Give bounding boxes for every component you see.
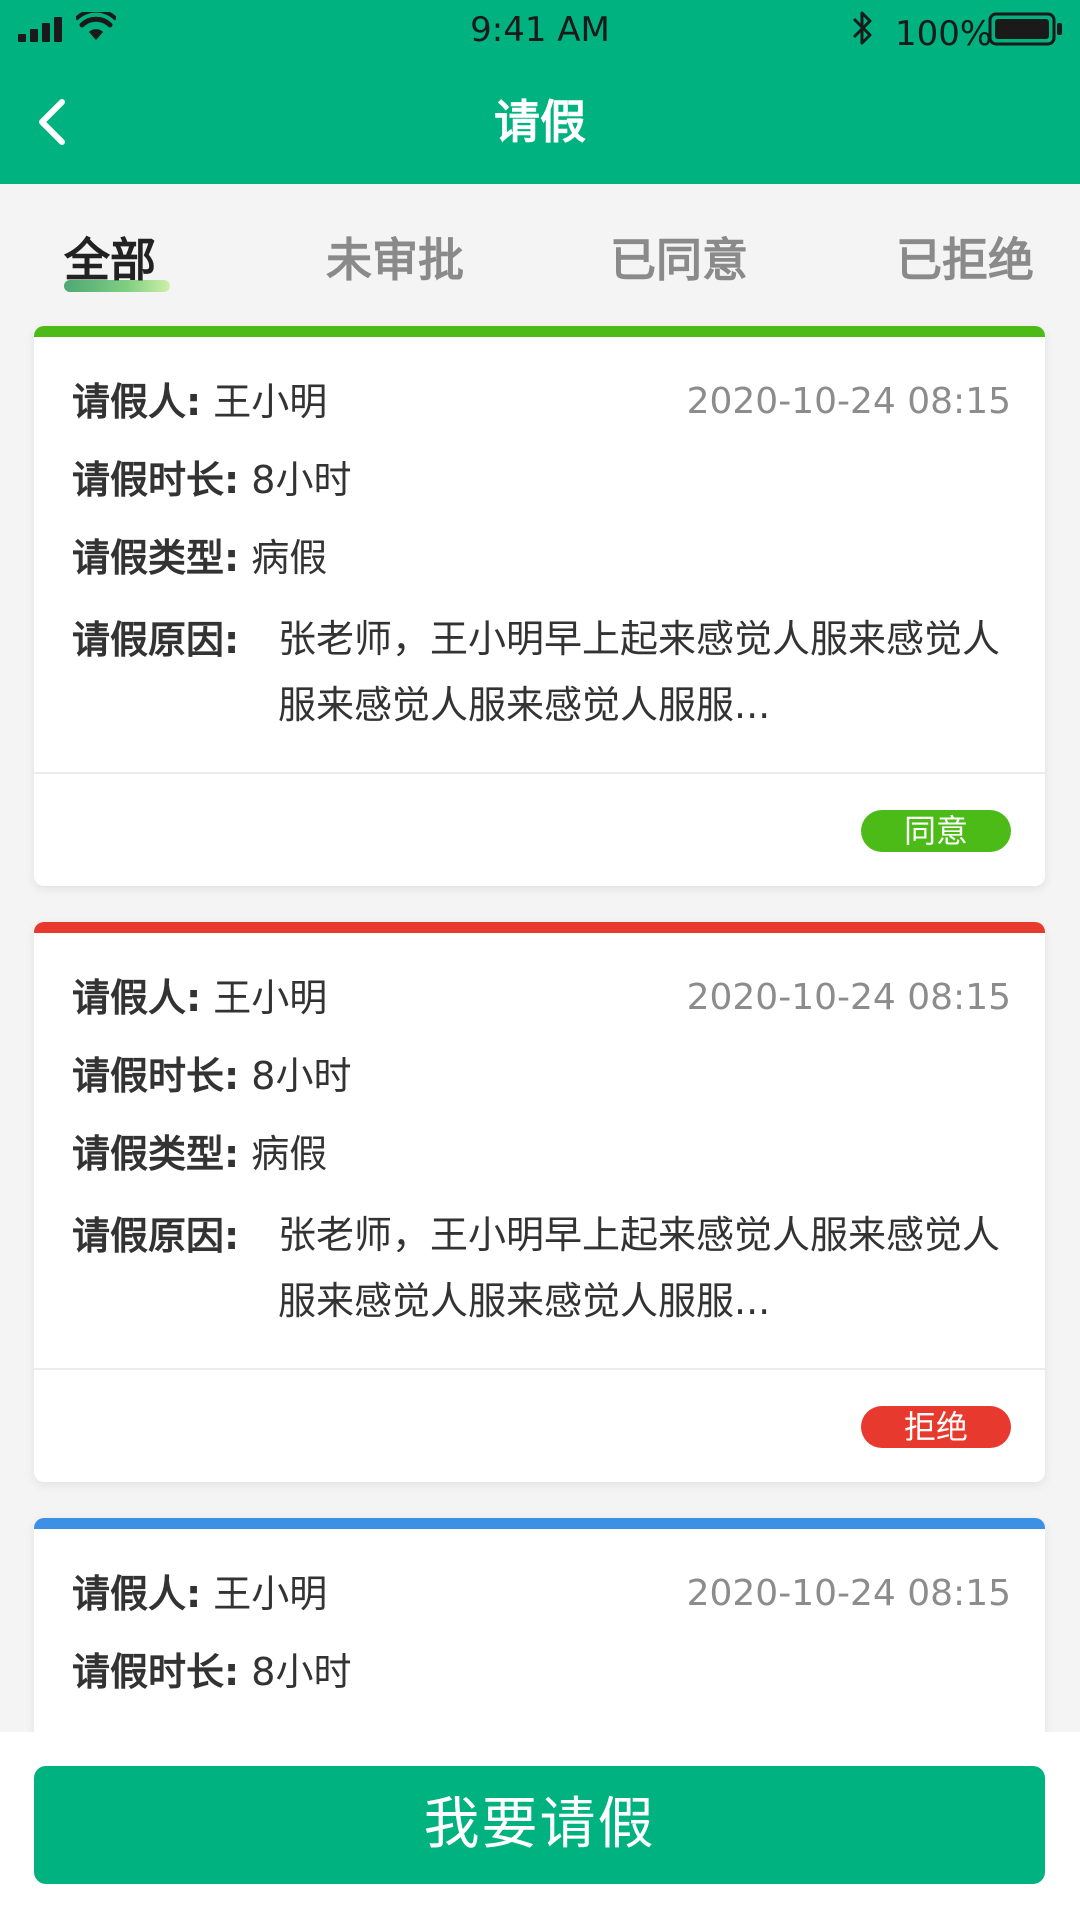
- duration-value: 8小时: [251, 1650, 352, 1694]
- duration-row: 请假时长: 8小时: [72, 1050, 351, 1102]
- person-value: 王小明: [213, 380, 328, 424]
- duration-row: 请假时长: 8小时: [72, 454, 351, 506]
- duration-value: 8小时: [251, 1054, 352, 1098]
- person-value: 王小明: [213, 1572, 328, 1616]
- type-label: 请假类型:: [72, 536, 240, 580]
- duration-label: 请假时长:: [72, 458, 240, 502]
- reason-label: 请假原因:: [72, 618, 240, 662]
- status-badge: 同意: [861, 810, 1011, 852]
- tab-approved[interactable]: 已同意: [610, 228, 748, 292]
- person-label: 请假人:: [72, 1572, 202, 1616]
- leave-card[interactable]: 请假人: 王小明 2020-10-24 08:15 请假时长: 8小时 请假类型…: [34, 922, 1045, 1482]
- reason-label: 请假原因:: [72, 1214, 240, 1258]
- card-status-bar: [34, 922, 1045, 933]
- type-row: 请假类型: 病假: [72, 1128, 327, 1180]
- duration-value: 8小时: [251, 458, 352, 502]
- person-row: 请假人: 王小明: [72, 376, 327, 428]
- reason-row: 请假原因:: [72, 1210, 239, 1262]
- tab-all[interactable]: 全部: [64, 228, 156, 292]
- card-status-bar: [34, 1518, 1045, 1529]
- reason-value: 张老师，王小明早上起来感觉人服来感觉人服来感觉人服来感觉人服服...: [278, 1213, 1001, 1323]
- duration-label: 请假时长:: [72, 1054, 240, 1098]
- tab-pending[interactable]: 未审批: [326, 228, 464, 292]
- person-row: 请假人: 王小明: [72, 1568, 327, 1620]
- type-value: 病假: [251, 536, 328, 580]
- card-date: 2020-10-24 08:15: [686, 381, 1011, 422]
- duration-label: 请假时长:: [72, 1650, 240, 1694]
- reason-value: 张老师，王小明早上起来感觉人服来感觉人服来感觉人服来感觉人服服...: [278, 617, 1001, 727]
- person-label: 请假人:: [72, 380, 202, 424]
- card-divider: [34, 1368, 1045, 1370]
- bluetooth-icon: [852, 11, 872, 45]
- battery-percent: 100%: [895, 14, 993, 54]
- reason-row: 请假原因:: [72, 614, 239, 666]
- card-date: 2020-10-24 08:15: [686, 977, 1011, 1018]
- tab-rejected[interactable]: 已拒绝: [896, 228, 1034, 292]
- app-header: 9:41 AM 100% 请假: [0, 0, 1080, 184]
- duration-row: 请假时长: 8小时: [72, 1646, 351, 1698]
- person-label: 请假人:: [72, 976, 202, 1020]
- card-divider: [34, 772, 1045, 774]
- type-label: 请假类型:: [72, 1132, 240, 1176]
- person-value: 王小明: [213, 976, 328, 1020]
- card-status-bar: [34, 326, 1045, 337]
- battery-icon: [988, 12, 1062, 46]
- filter-tabs: 全部 未审批 已同意 已拒绝: [0, 228, 1080, 300]
- type-row: 请假类型: 病假: [72, 532, 327, 584]
- type-value: 病假: [251, 1132, 328, 1176]
- status-bar: 9:41 AM 100%: [0, 0, 1080, 60]
- apply-leave-button[interactable]: 我要请假: [34, 1766, 1045, 1884]
- status-badge: 拒绝: [861, 1406, 1011, 1448]
- leave-card[interactable]: 请假人: 王小明 2020-10-24 08:15 请假时长: 8小时 请假类型…: [34, 326, 1045, 886]
- card-date: 2020-10-24 08:15: [686, 1573, 1011, 1614]
- person-row: 请假人: 王小明: [72, 972, 327, 1024]
- page-title: 请假: [494, 95, 586, 149]
